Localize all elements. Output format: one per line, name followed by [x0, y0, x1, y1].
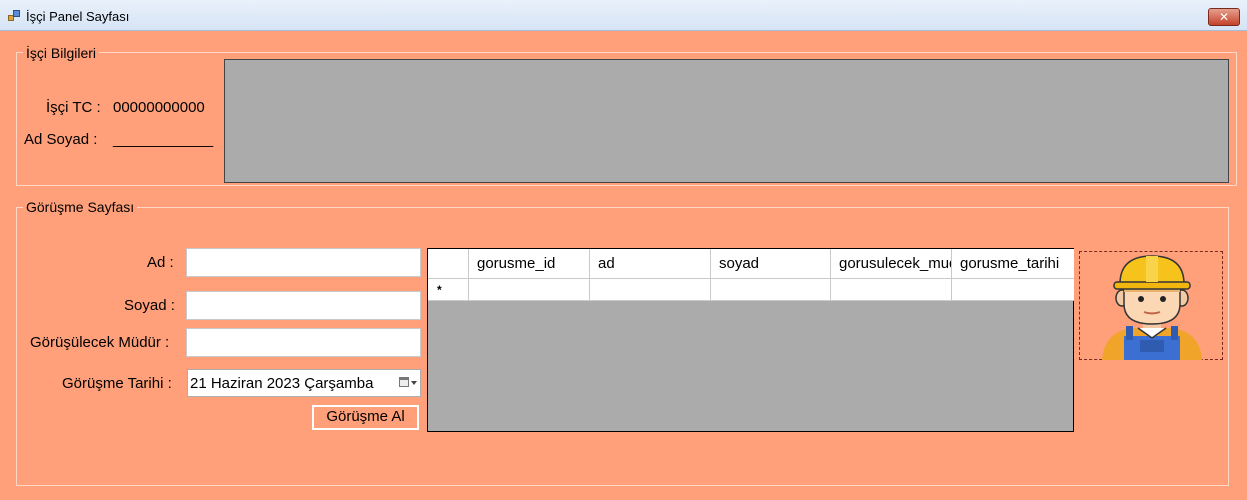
new-row-cell[interactable] — [469, 279, 590, 301]
mudur-label: Görüşülecek Müdür : — [30, 334, 170, 351]
close-button[interactable]: ✕ — [1208, 8, 1240, 26]
calendar-dropdown-icon[interactable] — [399, 375, 417, 391]
mudur-input[interactable] — [186, 328, 421, 357]
title-bar: İşçi Panel Sayfası ✕ — [0, 0, 1247, 31]
worker-info-group-label: İşçi Bilgileri — [23, 45, 100, 61]
new-row-header[interactable]: * — [428, 279, 469, 301]
window-title: İşçi Panel Sayfası — [26, 9, 130, 24]
column-header-gorusulecek-mudur[interactable]: gorusulecek_mudur — [831, 249, 952, 279]
grid-corner-header[interactable] — [428, 249, 469, 279]
new-row-cell[interactable] — [590, 279, 711, 301]
submit-meeting-button[interactable]: Görüşme Al — [312, 405, 419, 430]
meeting-date-value: 21 Haziran 2023 Çarşamba — [190, 375, 374, 392]
tc-value: 00000000000 — [113, 99, 205, 116]
grid-new-row[interactable]: * — [428, 279, 1074, 301]
ad-input[interactable] — [186, 248, 421, 277]
column-header-soyad[interactable]: soyad — [711, 249, 831, 279]
new-row-cell[interactable] — [952, 279, 1074, 301]
name-value: ____________ — [113, 131, 214, 148]
soyad-label: Soyad : — [124, 297, 175, 314]
column-header-gorusme-tarihi[interactable]: gorusme_tarihi — [952, 249, 1074, 279]
meeting-grid[interactable]: gorusme_id ad soyad gorusulecek_mudur go… — [427, 248, 1074, 432]
name-label: Ad Soyad : — [24, 131, 98, 148]
meeting-date-picker[interactable]: 21 Haziran 2023 Çarşamba — [187, 369, 421, 397]
worker-detail-panel — [224, 59, 1229, 183]
grid-header-row: gorusme_id ad soyad gorusulecek_mudur go… — [428, 249, 1074, 279]
worker-picture-box — [1079, 251, 1223, 360]
ad-label: Ad : — [147, 254, 174, 271]
soyad-input[interactable] — [186, 291, 421, 320]
tarih-label: Görüşme Tarihi : — [62, 375, 172, 392]
new-row-marker: * — [437, 283, 442, 297]
new-row-cell[interactable] — [711, 279, 831, 301]
app-icon — [8, 10, 20, 22]
column-header-gorusme-id[interactable]: gorusme_id — [469, 249, 590, 279]
column-header-ad[interactable]: ad — [590, 249, 711, 279]
construction-worker-icon — [1102, 255, 1202, 360]
tc-label: İşçi TC : — [46, 99, 101, 116]
new-row-cell[interactable] — [831, 279, 952, 301]
meeting-group-label: Görüşme Sayfası — [23, 199, 138, 215]
